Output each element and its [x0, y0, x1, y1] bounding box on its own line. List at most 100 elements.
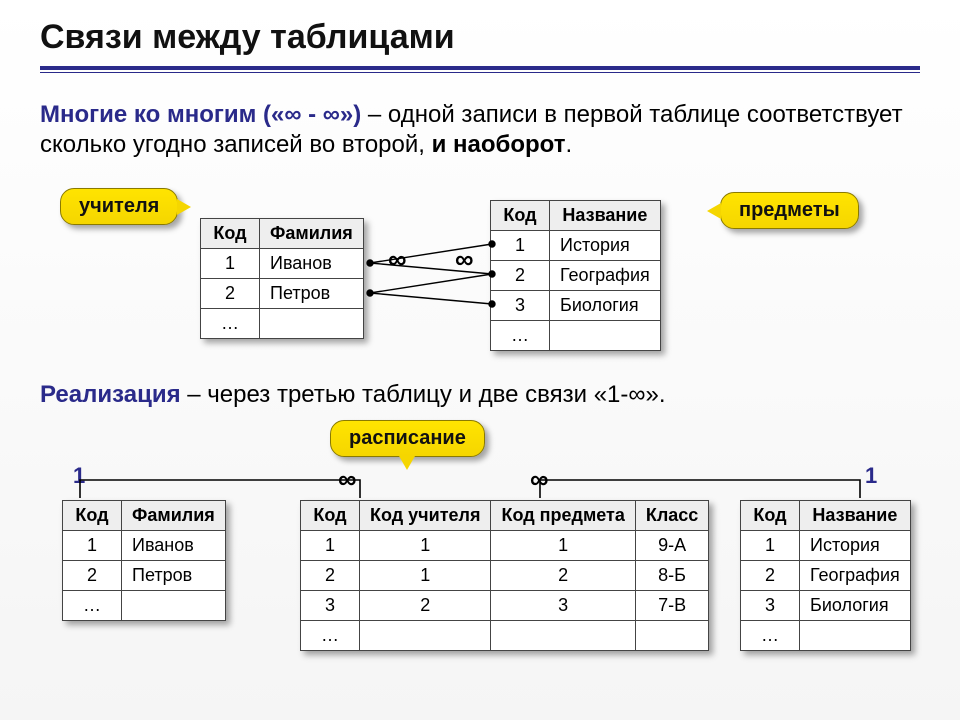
- table-row: …: [491, 321, 661, 351]
- table-cell: …: [201, 309, 260, 339]
- title-rule-thin: [40, 72, 920, 73]
- table-cell: География: [800, 561, 911, 591]
- col-header: Класс: [635, 501, 708, 531]
- table-cell: География: [550, 261, 661, 291]
- table-cell: [360, 621, 491, 651]
- callout-tail-icon: [177, 199, 191, 215]
- impl-rest: – через третью таблицу и две связи «1-∞»…: [181, 381, 666, 408]
- table-cell: [491, 621, 635, 651]
- table-cell: 1: [201, 249, 260, 279]
- table-subjects-top: КодНазвание1История2География3Биология…: [490, 200, 661, 351]
- table-row: …: [63, 591, 226, 621]
- table-row: 2Петров: [201, 279, 364, 309]
- callout-schedule-label: расписание: [349, 427, 466, 449]
- col-header: Код: [201, 219, 260, 249]
- table-cell: Биология: [800, 591, 911, 621]
- table-cell: 8-Б: [635, 561, 708, 591]
- table-cell: 1: [491, 531, 635, 561]
- table-cell: История: [800, 531, 911, 561]
- col-header: Название: [800, 501, 911, 531]
- table-row: 3Биология: [741, 591, 911, 621]
- table-row: …: [301, 621, 709, 651]
- table-row: 1История: [741, 531, 911, 561]
- col-header: Название: [550, 201, 661, 231]
- table-cell: Биология: [550, 291, 661, 321]
- table-schedule: КодКод учителяКод предметаКласс1119-А212…: [300, 500, 709, 651]
- table-cell: [800, 621, 911, 651]
- one-left: 1: [73, 463, 85, 489]
- slide-title: Связи между таблицами: [40, 18, 455, 57]
- table-row: 3237-В: [301, 591, 709, 621]
- table-row: 2География: [491, 261, 661, 291]
- table-cell: 3: [301, 591, 360, 621]
- col-header: Код учителя: [360, 501, 491, 531]
- table-cell: …: [301, 621, 360, 651]
- table-cell: 2: [301, 561, 360, 591]
- table-cell: 3: [491, 591, 635, 621]
- callout-subjects-label: предметы: [739, 199, 840, 221]
- callout-teachers: учителя: [60, 188, 178, 225]
- col-header: Код: [301, 501, 360, 531]
- col-header: Код: [491, 201, 550, 231]
- table-cell: 9-А: [635, 531, 708, 561]
- table-cell: 2: [491, 261, 550, 291]
- table-row: 3Биология: [491, 291, 661, 321]
- intro-paragraph: Многие ко многим («∞ - ∞») – одной запис…: [40, 100, 920, 160]
- col-header: Код: [63, 501, 122, 531]
- table-cell: 2: [201, 279, 260, 309]
- table-row: 1Иванов: [201, 249, 364, 279]
- intro-tail: и наоборот: [432, 131, 566, 158]
- callout-subjects: предметы: [720, 192, 859, 229]
- impl-lead: Реализация: [40, 381, 181, 408]
- table-cell: …: [741, 621, 800, 651]
- title-rule: [40, 66, 920, 70]
- one-right: 1: [865, 463, 877, 489]
- table-row: 1119-А: [301, 531, 709, 561]
- infinity-right-bottom: ∞: [530, 464, 549, 495]
- callout-tail-icon: [399, 456, 415, 470]
- impl-paragraph: Реализация – через третью таблицу и две …: [40, 380, 920, 410]
- table-row: …: [201, 309, 364, 339]
- table-row: …: [741, 621, 911, 651]
- infinity-left-bottom: ∞: [338, 464, 357, 495]
- table-teachers-bottom: КодФамилия1Иванов2Петров…: [62, 500, 226, 621]
- col-header: Код предмета: [491, 501, 635, 531]
- callout-schedule: расписание: [330, 420, 485, 457]
- table-row: 1Иванов: [63, 531, 226, 561]
- table-cell: [122, 591, 226, 621]
- table-cell: 2: [360, 591, 491, 621]
- table-cell: Петров: [260, 279, 364, 309]
- intro-dot: .: [566, 131, 573, 158]
- col-header: Фамилия: [260, 219, 364, 249]
- table-cell: 1: [63, 531, 122, 561]
- table-cell: …: [491, 321, 550, 351]
- infinity-right-top: ∞: [455, 244, 474, 275]
- table-cell: Петров: [122, 561, 226, 591]
- table-cell: 7-В: [635, 591, 708, 621]
- table-cell: 2: [491, 561, 635, 591]
- table-cell: [635, 621, 708, 651]
- table-cell: 2: [63, 561, 122, 591]
- table-cell: 2: [741, 561, 800, 591]
- table-cell: Иванов: [260, 249, 364, 279]
- callout-teachers-label: учителя: [79, 195, 159, 217]
- table-row: 2Петров: [63, 561, 226, 591]
- col-header: Код: [741, 501, 800, 531]
- table-cell: 1: [360, 561, 491, 591]
- infinity-left-top: ∞: [388, 244, 407, 275]
- table-cell: 1: [491, 231, 550, 261]
- table-row: 2География: [741, 561, 911, 591]
- table-cell: История: [550, 231, 661, 261]
- lead-term: Многие ко многим («∞ - ∞»): [40, 101, 361, 128]
- callout-tail-icon: [707, 203, 721, 219]
- table-subjects-bottom: КодНазвание1История2География3Биология…: [740, 500, 911, 651]
- table-cell: [550, 321, 661, 351]
- slide: Связи между таблицами Многие ко многим (…: [0, 0, 960, 720]
- table-cell: 1: [741, 531, 800, 561]
- table-cell: Иванов: [122, 531, 226, 561]
- col-header: Фамилия: [122, 501, 226, 531]
- table-cell: …: [63, 591, 122, 621]
- table-cell: 1: [301, 531, 360, 561]
- table-cell: 3: [491, 291, 550, 321]
- table-cell: [260, 309, 364, 339]
